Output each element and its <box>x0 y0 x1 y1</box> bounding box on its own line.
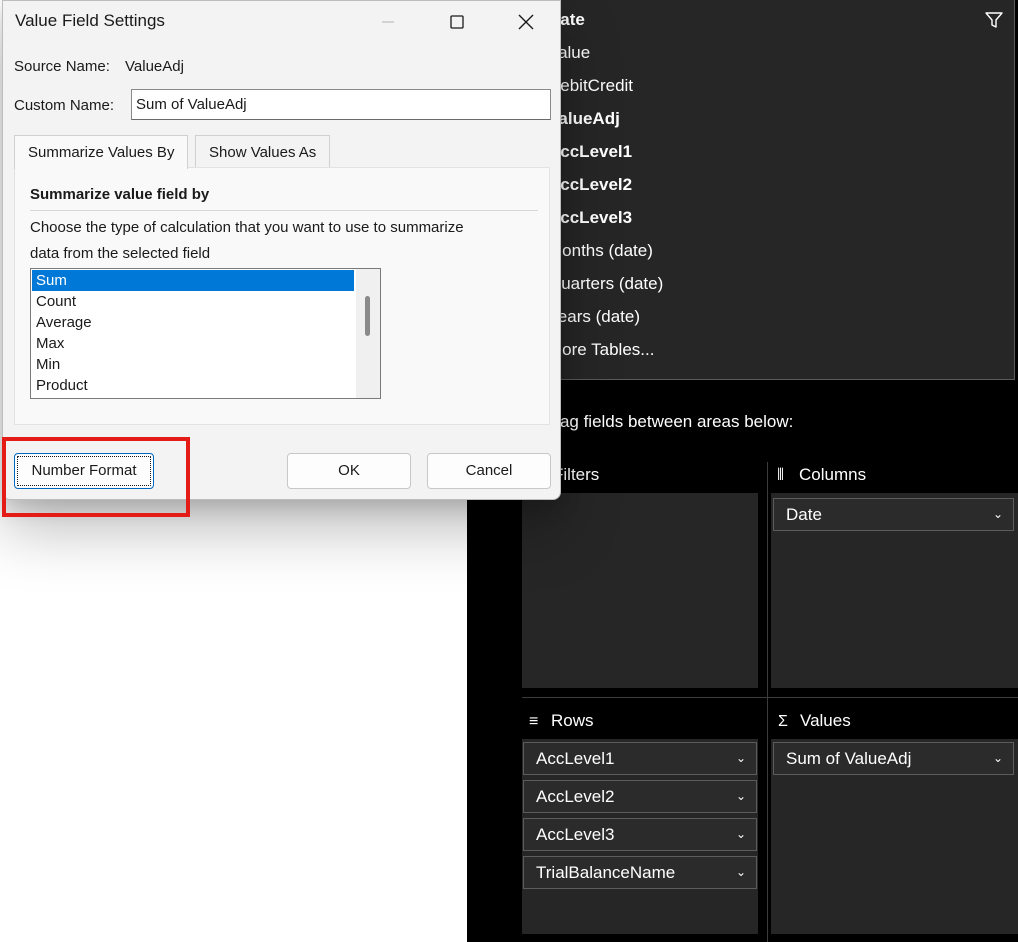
minimize-icon <box>382 21 394 23</box>
calculation-option[interactable]: Min <box>32 354 354 375</box>
maximize-button[interactable] <box>422 1 492 43</box>
scrollbar-thumb[interactable] <box>365 296 370 336</box>
rows-area-header: ≡ Rows <box>529 708 594 734</box>
area-divider-horizontal <box>522 697 1018 698</box>
filters-drop-area[interactable] <box>522 493 758 688</box>
rows-chip-acclevel3[interactable]: AccLevel3 ⌄ <box>523 818 757 851</box>
section-divider <box>30 210 538 211</box>
calculation-option[interactable]: Count <box>32 291 354 312</box>
maximize-icon <box>450 15 464 29</box>
chevron-down-icon[interactable]: ⌄ <box>736 781 746 812</box>
rows-area-icon: ≡ <box>529 713 539 730</box>
field-item[interactable]: Quarters (date) <box>548 270 663 298</box>
tab-panel: Summarize value field by Choose the type… <box>14 167 550 425</box>
field-item[interactable]: More Tables... <box>548 336 654 364</box>
columns-chip-date[interactable]: Date ⌄ <box>773 498 1014 531</box>
rows-chip-trialbalancename[interactable]: TrialBalanceName ⌄ <box>523 856 757 889</box>
rows-area-label: Rows <box>551 711 594 730</box>
chevron-down-icon[interactable]: ⌄ <box>993 499 1003 530</box>
sigma-icon: Σ <box>778 713 788 730</box>
source-name-label: Source Name: <box>14 58 110 75</box>
source-name-value: ValueAdj <box>125 58 184 75</box>
values-drop-area[interactable]: Sum of ValueAdj ⌄ <box>771 739 1018 934</box>
rows-chip-acclevel1[interactable]: AccLevel1 ⌄ <box>523 742 757 775</box>
close-icon <box>518 14 534 30</box>
number-format-button[interactable]: Number Format <box>14 453 154 489</box>
chip-label: TrialBalanceName <box>536 863 676 882</box>
minimize-button[interactable] <box>353 1 423 43</box>
calculation-option[interactable]: Sum <box>32 270 354 291</box>
field-item[interactable]: Months (date) <box>548 237 653 265</box>
custom-name-input[interactable] <box>131 89 551 120</box>
field-item[interactable]: Years (date) <box>548 303 640 331</box>
section-title: Summarize value field by <box>30 186 210 203</box>
calculation-listbox[interactable]: Sum Count Average Max Min Product <box>30 268 381 399</box>
cancel-button[interactable]: Cancel <box>427 453 551 489</box>
rows-drop-area[interactable]: AccLevel1 ⌄ AccLevel2 ⌄ AccLevel3 ⌄ Tria… <box>522 739 758 934</box>
dialog-title: Value Field Settings <box>15 11 165 30</box>
chip-label: AccLevel3 <box>536 825 615 844</box>
calculation-option[interactable]: Product <box>32 375 354 396</box>
tab-show-values-as[interactable]: Show Values As <box>195 135 331 168</box>
chip-label: AccLevel1 <box>536 749 615 768</box>
description-line-2: data from the selected field <box>30 245 211 262</box>
description-line-1: Choose the type of calculation that you … <box>30 219 464 236</box>
columns-area-header: ⦀ Columns <box>777 462 866 488</box>
value-field-settings-dialog: Value Field Settings Source Name: ValueA… <box>2 0 561 500</box>
chevron-down-icon[interactable]: ⌄ <box>736 743 746 774</box>
listbox-scrollbar[interactable] <box>356 269 380 398</box>
chip-label: AccLevel2 <box>536 787 615 806</box>
ok-button[interactable]: OK <box>287 453 411 489</box>
custom-name-label: Custom Name: <box>14 97 115 114</box>
field-list: Date Value DebitCredit ValueAdj AccLevel1 Acc… <box>497 0 1015 380</box>
filter-icon[interactable] <box>984 10 1004 30</box>
calculation-option[interactable]: Average <box>32 312 354 333</box>
rows-chip-acclevel2[interactable]: AccLevel2 ⌄ <box>523 780 757 813</box>
chip-label: Sum of ValueAdj <box>786 749 912 768</box>
tab-summarize-values-by[interactable]: Summarize Values By <box>14 135 189 169</box>
values-area-label: Values <box>800 711 851 730</box>
columns-area-icon: ⦀ <box>777 467 785 484</box>
drag-hint: Drag fields between areas below: <box>542 412 794 431</box>
close-button[interactable] <box>491 1 561 43</box>
values-area-header: Σ Values <box>778 708 851 734</box>
columns-area-label: Columns <box>799 465 867 484</box>
values-chip-sum-of-valueadj[interactable]: Sum of ValueAdj ⌄ <box>773 742 1014 775</box>
area-divider-vertical <box>767 462 768 942</box>
calculation-option[interactable]: Max <box>32 333 354 354</box>
chevron-down-icon[interactable]: ⌄ <box>993 743 1003 774</box>
columns-drop-area[interactable]: Date ⌄ <box>771 493 1018 688</box>
chevron-down-icon[interactable]: ⌄ <box>736 819 746 850</box>
chip-label: Date <box>786 505 822 524</box>
chevron-down-icon[interactable]: ⌄ <box>736 857 746 888</box>
